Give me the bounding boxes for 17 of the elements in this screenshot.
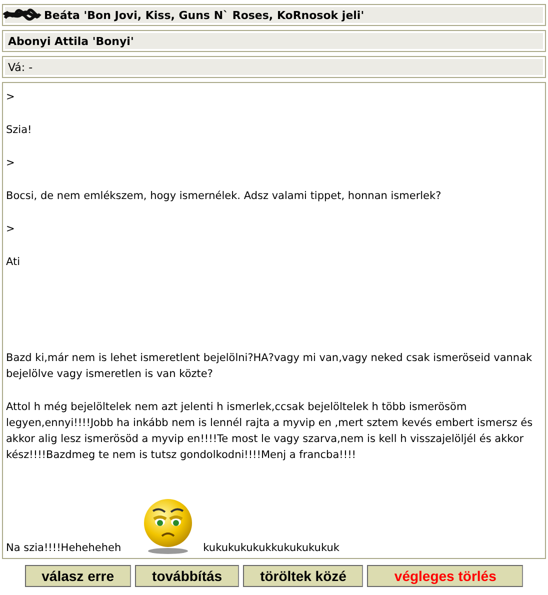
field-text: Beáta 'Bon Jovi, Kiss, Guns N` Roses, KoRnosok jeli' <box>44 8 364 22</box>
message-text: Attol h még bejelöltelek nem azt jelenti h ismerlek,ccsak bejelöltelek h több ismerösöm legyen,ennyi!!!!Jobb ha inkább nem is lennél rajta a myvip en ,mert sztem kevés embert ismersz és akkor alig lesz ismerösöd a myvip en!!!!Te most le vagy szarva,nem is kell h visszajelöljél és akkor kész!!!!Bazdmeg te nem is tutsz gondolkodni!!!!Menj a francba!!!! <box>6 400 534 463</box>
message-text: > <box>6 90 16 105</box>
field-text: Abonyi Attila 'Bonyi' <box>8 34 134 48</box>
action-button[interactable]: továbbítás <box>135 565 240 587</box>
message-text: > <box>6 222 16 237</box>
action-button[interactable]: válasz erre <box>24 565 132 587</box>
message-text: Ati <box>6 255 22 270</box>
message-text: > <box>6 156 16 171</box>
field-text: Vá: - <box>8 60 33 74</box>
message-text: kukukukukukkukukukukuk <box>203 541 340 555</box>
message-text: Na szia!!!!Heheheheh <box>6 541 122 555</box>
message-text: Bocsi, de nem emlékszem, hogy ismernélek. Adsz valami tippet, honnan ismerlek? <box>6 189 442 204</box>
message-text: Bazd ki,már nem is lehet ismeretlent bejelölni?HA?vagy mi van,vagy neked csak ismeröseid vannak bejelölve vagy ismeretlen is van közte? <box>6 351 534 382</box>
message-text: Szia! <box>6 123 33 138</box>
redaction-scribble <box>2 7 42 23</box>
action-button[interactable]: töröltek közé <box>243 565 364 587</box>
